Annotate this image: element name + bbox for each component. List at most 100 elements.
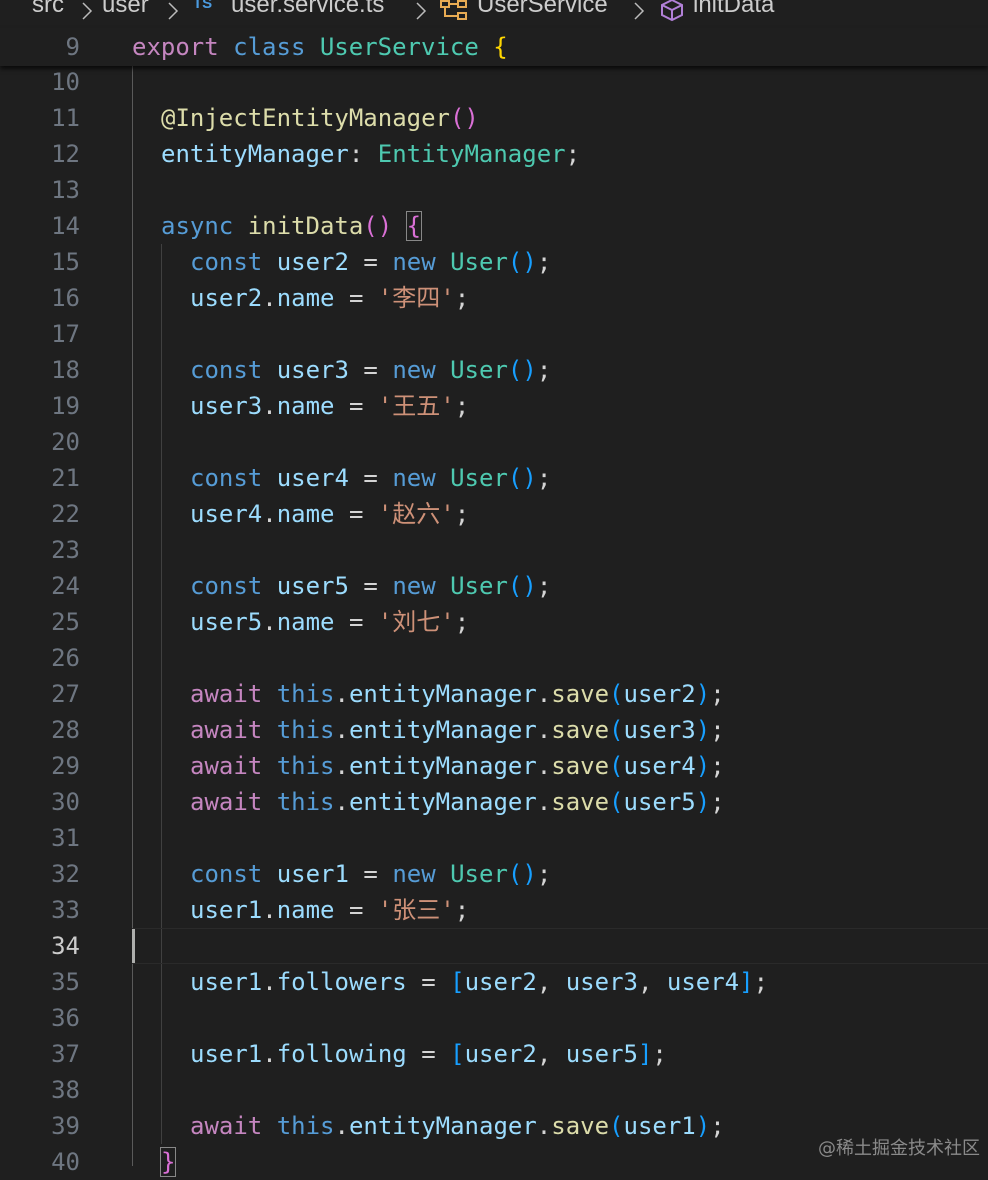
code-token: user2 bbox=[464, 968, 537, 996]
code-token: user1 bbox=[623, 1112, 696, 1140]
code-token: . bbox=[262, 500, 277, 528]
code-token: await bbox=[190, 680, 277, 708]
code-token: user4 bbox=[623, 752, 696, 780]
code-token: '王五' bbox=[377, 392, 455, 420]
line-number: 29 bbox=[51, 752, 80, 780]
code-token: @InjectEntityManager bbox=[161, 104, 450, 132]
code-token: '赵六' bbox=[377, 500, 455, 528]
breadcrumb: src user TS user.service.ts UserService … bbox=[0, 0, 988, 28]
text-cursor bbox=[132, 929, 135, 963]
code-token: '刘七' bbox=[377, 608, 455, 636]
code-token: ( bbox=[609, 680, 624, 708]
code-token: . bbox=[536, 788, 552, 816]
line-number: 18 bbox=[51, 356, 80, 384]
code-token: ; bbox=[536, 572, 552, 600]
code-token: new bbox=[392, 860, 451, 888]
code-token: this bbox=[276, 1112, 335, 1140]
code-token: save bbox=[551, 752, 610, 780]
code-token: = bbox=[406, 1040, 451, 1068]
code-token: . bbox=[262, 608, 277, 636]
code-token: name bbox=[276, 608, 335, 636]
line-number: 39 bbox=[51, 1112, 80, 1140]
code-token: '张三' bbox=[377, 896, 455, 924]
line-number: 38 bbox=[51, 1076, 80, 1104]
code-token: . bbox=[536, 716, 552, 744]
code-token: . bbox=[334, 680, 349, 708]
code-token: ] bbox=[739, 968, 754, 996]
code-token: . bbox=[262, 392, 277, 420]
code-token: ; bbox=[710, 1112, 725, 1140]
code-token: [ bbox=[450, 1040, 465, 1068]
code-token: ( bbox=[609, 716, 624, 744]
code-token: = bbox=[348, 572, 393, 600]
code-token: this bbox=[276, 716, 335, 744]
sticky-scroll-header[interactable]: 9 export class UserService { bbox=[0, 28, 988, 66]
code-token: new bbox=[392, 248, 451, 276]
code-token: name bbox=[276, 392, 335, 420]
code-token: new bbox=[392, 356, 451, 384]
code-line: user2.name = '李四'; bbox=[190, 280, 469, 316]
code-token: new bbox=[392, 572, 451, 600]
brace: { bbox=[493, 33, 508, 61]
code-token: name bbox=[276, 896, 335, 924]
code-token: user4 bbox=[190, 500, 263, 528]
code-line: await this.entityManager.save(user3); bbox=[190, 712, 725, 748]
code-token: User bbox=[450, 464, 508, 492]
code-line: const user2 = new User(); bbox=[190, 244, 551, 280]
code-token: ; bbox=[710, 716, 725, 744]
code-token: ; bbox=[454, 608, 470, 636]
line-number: 10 bbox=[51, 68, 80, 96]
keyword-class: class bbox=[233, 33, 320, 61]
sticky-code-line: export class UserService { bbox=[132, 29, 508, 65]
line-number: 28 bbox=[51, 716, 80, 744]
line-number: 16 bbox=[51, 284, 80, 312]
code-token: user3 bbox=[276, 356, 349, 384]
code-token: ; bbox=[565, 140, 581, 168]
breadcrumb-item-user[interactable]: user bbox=[102, 0, 149, 19]
line-number: 40 bbox=[51, 1148, 80, 1176]
breadcrumb-item-method[interactable]: initData bbox=[693, 0, 774, 19]
code-token: const bbox=[190, 572, 277, 600]
code-token: User bbox=[450, 572, 508, 600]
code-token: EntityManager bbox=[377, 140, 566, 168]
line-number: 32 bbox=[51, 860, 80, 888]
code-token: followers bbox=[276, 968, 407, 996]
breadcrumb-item-src[interactable]: src bbox=[32, 0, 64, 19]
code-token: ; bbox=[710, 680, 725, 708]
breadcrumb-item-class[interactable]: UserService bbox=[477, 0, 608, 19]
code-token: . bbox=[536, 752, 552, 780]
code-token: = bbox=[334, 608, 378, 636]
code-token: user3 bbox=[623, 716, 696, 744]
code-token: entityManager bbox=[348, 788, 537, 816]
code-token: user2 bbox=[464, 1040, 537, 1068]
code-line: user1.followers = [user2, user3, user4]; bbox=[190, 964, 768, 1000]
code-token: const bbox=[190, 464, 277, 492]
code-token: user3 bbox=[190, 392, 263, 420]
line-number: 15 bbox=[51, 248, 80, 276]
breadcrumb-item-file[interactable]: user.service.ts bbox=[231, 0, 384, 19]
code-token: . bbox=[262, 968, 277, 996]
code-line: await this.entityManager.save(user4); bbox=[190, 748, 725, 784]
code-token: = bbox=[348, 356, 393, 384]
code-token: . bbox=[334, 1112, 349, 1140]
code-token: ; bbox=[536, 860, 552, 888]
indent-guide bbox=[132, 66, 133, 1166]
line-number: 36 bbox=[51, 1004, 80, 1032]
code-token: = bbox=[348, 248, 393, 276]
code-token: . bbox=[334, 788, 349, 816]
code-token: ; bbox=[652, 1040, 667, 1068]
code-token: ; bbox=[536, 356, 552, 384]
code-token: . bbox=[536, 680, 552, 708]
code-token: ( bbox=[609, 788, 624, 816]
code-token: user3 bbox=[565, 968, 638, 996]
code-token: await bbox=[190, 752, 277, 780]
code-line: } bbox=[159, 1144, 177, 1180]
code-token: entityManager bbox=[348, 752, 537, 780]
line-number: 11 bbox=[51, 104, 80, 132]
code-token: : bbox=[348, 140, 378, 168]
code-token: = bbox=[348, 464, 393, 492]
method-symbol-icon bbox=[661, 0, 683, 22]
code-token: () bbox=[507, 464, 537, 492]
code-token: user4 bbox=[666, 968, 740, 996]
code-token: user1 bbox=[276, 860, 349, 888]
